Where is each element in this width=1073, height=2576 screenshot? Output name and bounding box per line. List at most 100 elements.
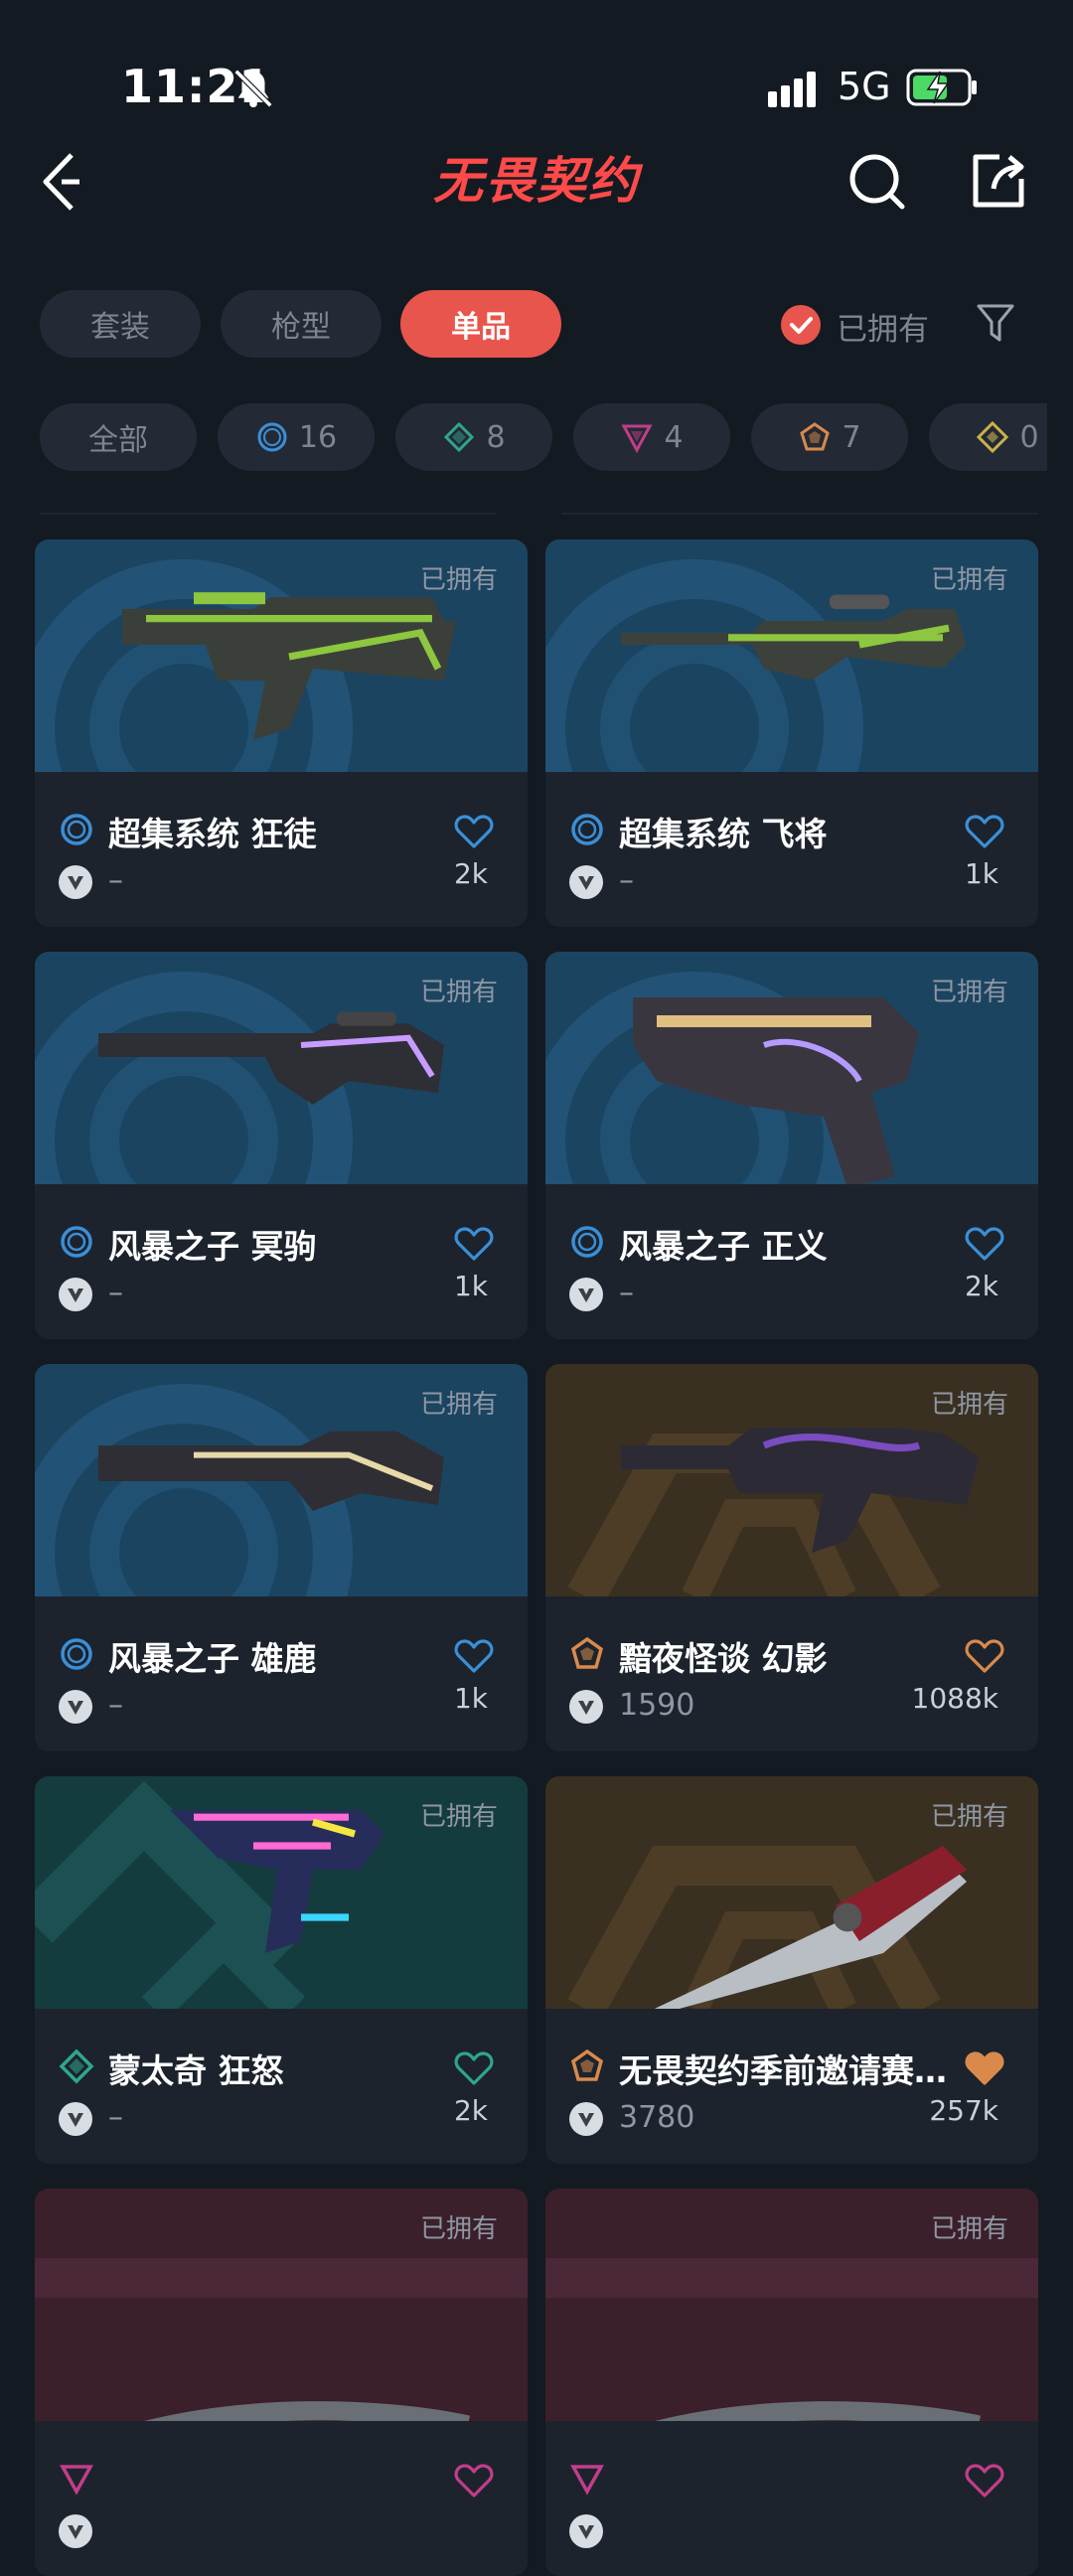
favorite-heart-icon[interactable] — [454, 1226, 494, 1262]
deluxe-tier-icon — [444, 421, 475, 453]
item-name: 无畏契约季前邀请赛 战刃 — [619, 2051, 947, 2090]
like-count: 1k — [453, 1682, 488, 1715]
chip-ultra-tier[interactable]: 0 — [929, 403, 1047, 471]
item-artwork: 已拥有 — [545, 1364, 1038, 1596]
favorite-heart-icon[interactable] — [454, 2050, 494, 2086]
rarity-tier-icon — [570, 2465, 604, 2496]
battery-charging-icon — [906, 69, 977, 106]
item-card[interactable]: 已拥有 无畏契约季前邀请赛 战刃 3780 257k — [545, 1776, 1038, 2164]
owned-tag: 已拥有 — [419, 2214, 498, 2244]
valorant-points-icon — [59, 865, 92, 899]
favorite-heart-icon[interactable] — [965, 814, 1004, 849]
item-artwork: 已拥有 — [35, 952, 528, 1184]
valorant-points-icon — [569, 1690, 603, 1724]
item-price: – — [108, 1276, 123, 1310]
rarity-tier-icon — [59, 2048, 94, 2084]
owned-tag: 已拥有 — [930, 565, 1008, 595]
item-name: 超集系统 飞将 — [619, 815, 828, 853]
chip-select-tier[interactable]: 16 — [218, 403, 375, 471]
item-card[interactable]: 已拥有 — [35, 2189, 528, 2576]
silent-bell-icon — [233, 69, 273, 108]
favorite-heart-icon[interactable] — [965, 1638, 1004, 1674]
checkmark-icon — [790, 317, 813, 334]
owned-tag: 已拥有 — [419, 1802, 498, 1832]
rarity-tier-icon — [571, 814, 603, 845]
item-name: 超集系统 狂徒 — [108, 815, 317, 853]
valorant-points-icon — [569, 1278, 603, 1311]
valorant-points-icon — [59, 1690, 92, 1724]
favorite-heart-icon[interactable] — [965, 2050, 1004, 2086]
rarity-tier-icon — [571, 1226, 603, 1258]
item-name: 风暴之子 正义 — [619, 1227, 828, 1266]
valorant-points-icon — [59, 1278, 92, 1311]
filter-icon[interactable] — [976, 302, 1015, 346]
like-count: 257k — [929, 2094, 998, 2127]
status-bar: 11:21 5G — [0, 0, 1073, 129]
like-count: 2k — [964, 1270, 998, 1302]
item-card[interactable]: 已拥有 风暴之子 正义 – 2k — [545, 952, 1038, 1339]
item-artwork: 已拥有 — [545, 2189, 1038, 2421]
owned-checkbox[interactable] — [781, 305, 821, 345]
signal-icon — [768, 72, 816, 107]
valorant-points-icon — [569, 2514, 603, 2548]
item-card[interactable]: 已拥有 — [545, 2189, 1038, 2576]
item-card[interactable]: 已拥有 风暴之子 雄鹿 – 1k — [35, 1364, 528, 1751]
valorant-points-icon — [569, 2102, 603, 2136]
rarity-tier-icon — [61, 814, 92, 845]
network-type: 5G — [838, 65, 891, 108]
item-price: – — [108, 863, 123, 898]
item-price: – — [108, 1688, 123, 1723]
ultra-tier-icon — [977, 420, 1009, 454]
owned-tag: 已拥有 — [930, 1390, 1008, 1420]
owned-tag: 已拥有 — [930, 2214, 1008, 2244]
divider — [40, 513, 497, 515]
item-price: – — [619, 863, 634, 898]
item-artwork: 已拥有 — [545, 952, 1038, 1184]
share-icon[interactable] — [966, 149, 1029, 213]
chip-exclusive-tier[interactable]: 7 — [751, 403, 908, 471]
exclusive-tier-icon — [800, 422, 831, 451]
item-card[interactable]: 已拥有 黯夜怪谈 幻影 1590 1088k — [545, 1364, 1038, 1751]
favorite-heart-icon[interactable] — [965, 1226, 1004, 1262]
like-count: 2k — [453, 2094, 488, 2127]
owned-tag: 已拥有 — [419, 1390, 498, 1420]
divider — [561, 513, 1038, 515]
item-card[interactable]: 已拥有 风暴之子 冥驹 – 1k — [35, 952, 528, 1339]
chip-premium-tier[interactable]: 4 — [573, 403, 730, 471]
favorite-heart-icon[interactable] — [965, 2463, 1004, 2499]
valorant-points-icon — [59, 2514, 92, 2548]
tab-weapon-types[interactable]: 枪型 — [221, 290, 382, 358]
valorant-points-icon — [59, 2102, 92, 2136]
owned-filter-label[interactable]: 已拥有 — [837, 304, 929, 349]
chip-all[interactable]: 全部 — [40, 403, 197, 471]
select-tier-icon — [257, 422, 287, 452]
owned-tag: 已拥有 — [419, 565, 498, 595]
item-price: 3780 — [619, 2100, 695, 2135]
rarity-filter-bar: 全部 16 8 4 7 0 — [40, 403, 1047, 471]
search-icon[interactable] — [844, 149, 908, 213]
item-artwork: 已拥有 — [35, 1776, 528, 2009]
item-price: 1590 — [619, 1688, 695, 1723]
rarity-tier-icon — [61, 1226, 92, 1258]
favorite-heart-icon[interactable] — [454, 814, 494, 849]
favorite-heart-icon[interactable] — [454, 1638, 494, 1674]
owned-tag: 已拥有 — [419, 978, 498, 1007]
owned-tag: 已拥有 — [930, 978, 1008, 1007]
chip-deluxe-tier[interactable]: 8 — [395, 403, 552, 471]
item-name: 蒙太奇 狂怒 — [108, 2051, 284, 2090]
like-count: 1k — [453, 1270, 488, 1302]
item-card[interactable]: 已拥有 超集系统 狂徒 – 2k — [35, 539, 528, 927]
back-icon[interactable] — [40, 147, 89, 217]
valorant-points-icon — [569, 865, 603, 899]
tab-bundles[interactable]: 套装 — [40, 290, 201, 358]
owned-tag: 已拥有 — [930, 1802, 1008, 1832]
game-logo-title: 无畏契约 — [433, 152, 640, 210]
item-card[interactable]: 已拥有 蒙太奇 狂怒 – 2k — [35, 1776, 528, 2164]
rarity-tier-icon — [60, 2465, 93, 2496]
like-count: 1088k — [911, 1682, 998, 1715]
rarity-tier-icon — [61, 1638, 92, 1670]
item-card[interactable]: 已拥有 超集系统 飞将 – 1k — [545, 539, 1038, 927]
tab-items[interactable]: 单品 — [400, 290, 561, 358]
favorite-heart-icon[interactable] — [454, 2463, 494, 2499]
item-price: – — [619, 1276, 634, 1310]
